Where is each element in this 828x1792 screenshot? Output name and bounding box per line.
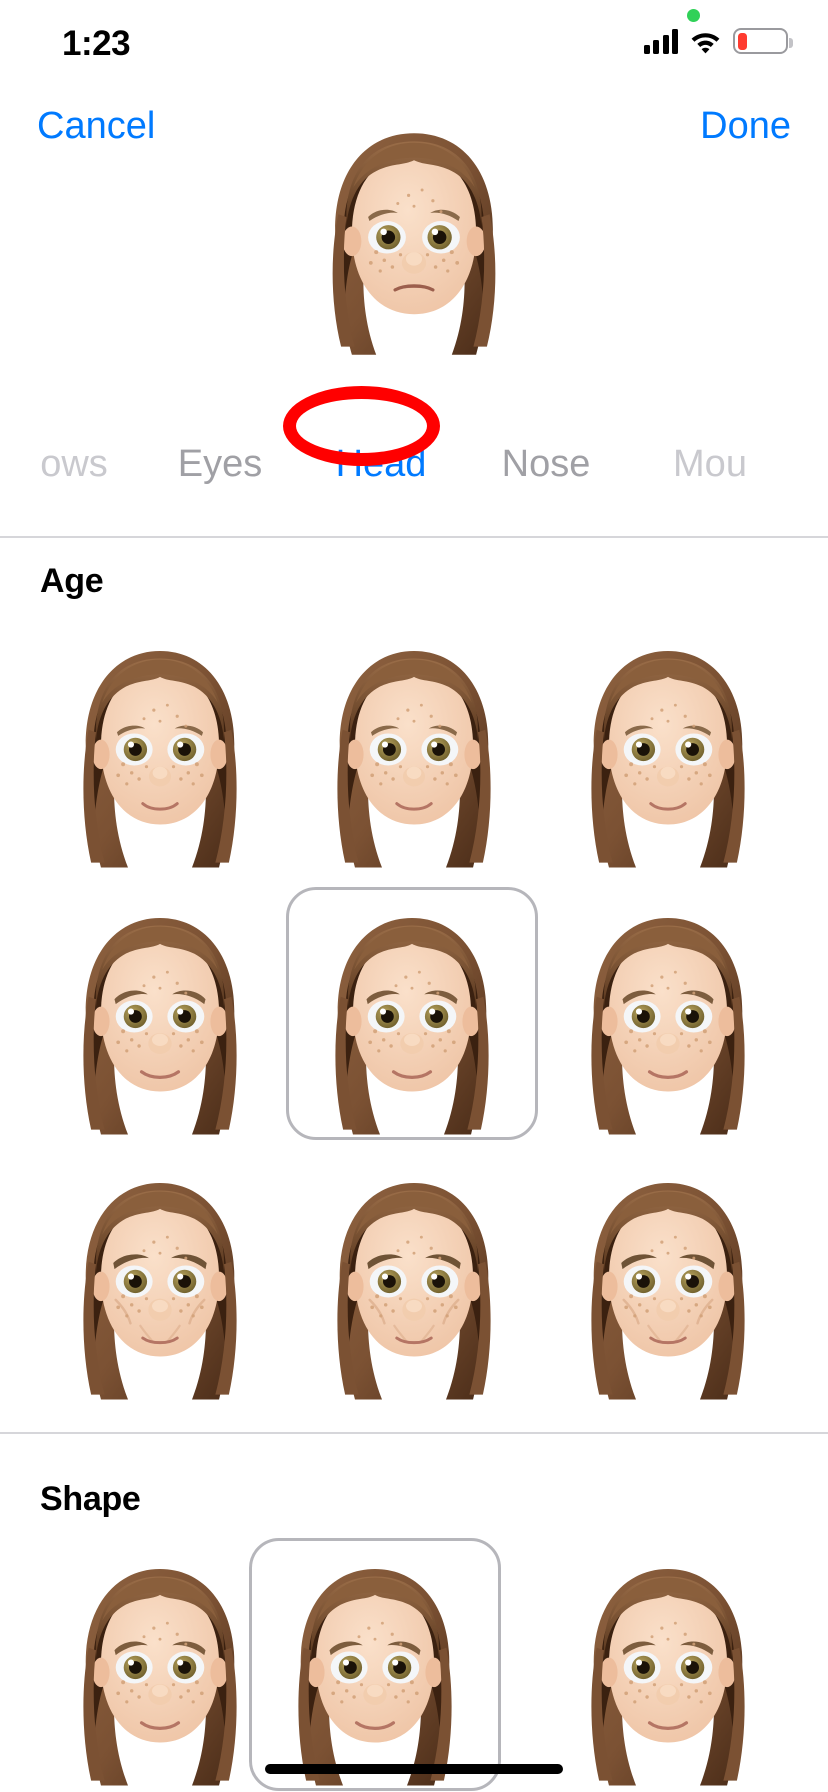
memoji-thumb — [289, 891, 535, 1137]
section-title-shape: Shape — [40, 1480, 141, 1518]
done-button[interactable]: Done — [700, 95, 791, 157]
age-option-8[interactable] — [542, 1152, 794, 1405]
tab-head[interactable]: Head — [300, 392, 462, 537]
tab-eyebrows[interactable]: ows — [8, 392, 140, 537]
memoji-editor-screen: 1:23 Cancel Done ows Eyes Head Nose Mou … — [0, 0, 828, 1792]
battery-low-icon — [733, 28, 793, 54]
cancel-button[interactable]: Cancel — [37, 95, 155, 157]
tab-list: ows Eyes Head Nose Mou — [0, 392, 828, 537]
section-separator — [0, 1432, 828, 1434]
memoji-thumb — [37, 624, 283, 870]
memoji-thumb — [545, 624, 791, 870]
memoji-thumb — [545, 1542, 791, 1788]
memoji-thumb — [37, 1542, 283, 1788]
signal-bars-icon — [643, 28, 678, 54]
memoji-thumb — [545, 891, 791, 1137]
age-option-3[interactable] — [34, 887, 286, 1140]
wifi-icon — [691, 32, 720, 53]
shape-option-1-selected[interactable] — [249, 1538, 501, 1791]
tab-eyes[interactable]: Eyes — [140, 392, 300, 537]
memoji-thumb — [291, 624, 537, 870]
age-option-2[interactable] — [542, 620, 794, 873]
memoji-thumb — [252, 1542, 498, 1788]
age-option-1[interactable] — [288, 620, 540, 873]
age-option-0[interactable] — [34, 620, 286, 873]
home-indicator[interactable] — [265, 1764, 563, 1774]
memoji-thumb — [545, 1156, 791, 1402]
age-option-6[interactable] — [34, 1152, 286, 1405]
feature-tab-bar: ows Eyes Head Nose Mou — [0, 392, 828, 538]
status-bar: 1:23 — [0, 0, 828, 92]
age-option-7[interactable] — [288, 1152, 540, 1405]
memoji-preview-avatar[interactable] — [279, 108, 549, 380]
tab-nose[interactable]: Nose — [462, 392, 630, 537]
status-bar-time: 1:23 — [62, 24, 131, 63]
memoji-thumb — [37, 891, 283, 1137]
age-option-5[interactable] — [542, 887, 794, 1140]
tab-mouth[interactable]: Mou — [630, 392, 790, 537]
status-bar-indicators — [643, 28, 793, 54]
shape-option-2[interactable] — [542, 1538, 794, 1791]
tab-bar-separator — [0, 536, 828, 538]
section-title-age: Age — [40, 562, 104, 600]
age-option-4-selected[interactable] — [286, 887, 538, 1140]
privacy-indicator-dot — [687, 9, 700, 22]
memoji-thumb — [37, 1156, 283, 1402]
memoji-thumb — [291, 1156, 537, 1402]
